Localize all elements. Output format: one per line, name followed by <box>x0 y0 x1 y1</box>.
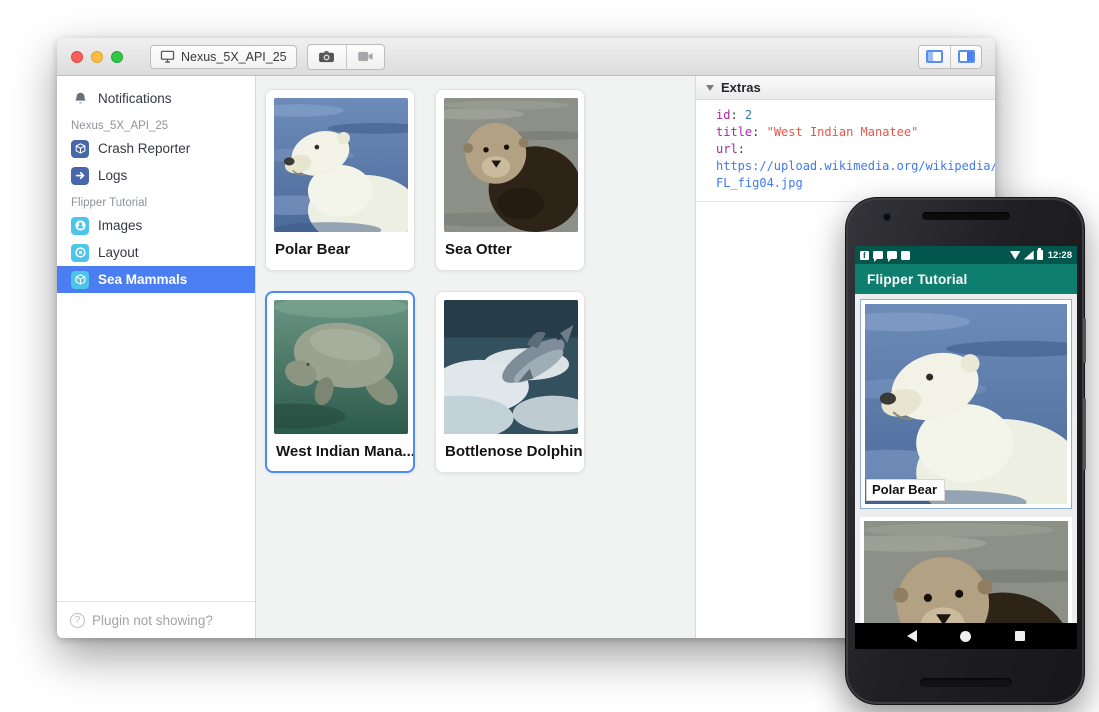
sidebar-item-label: Images <box>98 218 142 233</box>
volume-rocker[interactable] <box>1083 398 1086 470</box>
data-row-url-value-2: FL_fig04.jpg <box>716 175 995 192</box>
sidebar-item-label: Notifications <box>98 91 172 106</box>
card-sea-otter[interactable]: Sea Otter <box>435 89 585 271</box>
power-button[interactable] <box>1083 318 1086 363</box>
extras-data-inspector: id: 2 title: "West Indian Manatee" url: … <box>696 100 995 202</box>
sidebar-item-label: Crash Reporter <box>98 141 190 156</box>
manatee-photo <box>274 300 408 434</box>
data-row-url-key: url: <box>716 141 995 158</box>
sidebar-item-label: Layout <box>98 245 139 260</box>
help-icon: ? <box>70 613 85 628</box>
desktop: Nexus_5X_API_25 <box>0 0 1099 712</box>
card-bottlenose-dolphin[interactable]: Bottlenose Dolphin <box>435 291 585 473</box>
sidebar-item-label: Sea Mammals <box>98 272 187 287</box>
facebook-notification-icon: f <box>860 251 869 260</box>
left-panel-icon <box>926 50 943 63</box>
card-title: Polar Bear <box>266 232 414 258</box>
arrow-right-icon <box>71 167 89 185</box>
monitor-icon <box>160 50 175 63</box>
minimize-button[interactable] <box>91 51 103 63</box>
battery-icon <box>1037 250 1043 260</box>
phone-card-title: Polar Bear <box>866 479 945 501</box>
sidebar-item-logs[interactable]: Logs <box>57 162 255 189</box>
phone-screen: f 12:28 Flipper Tutorial Polar Bear <box>855 246 1077 649</box>
status-bar-clock: 12:28 <box>1048 250 1072 261</box>
device-selector-button[interactable]: Nexus_5X_API_25 <box>150 45 297 69</box>
chat-notification-icon <box>887 251 897 259</box>
plugin-help-label: Plugin not showing? <box>92 613 213 628</box>
polar-bear-photo <box>865 304 1067 504</box>
right-panel-icon <box>958 50 975 63</box>
android-phone: f 12:28 Flipper Tutorial Polar Bear <box>845 197 1085 705</box>
front-camera <box>883 213 891 221</box>
sidebar-item-crash-reporter[interactable]: Crash Reporter <box>57 135 255 162</box>
polar-bear-photo <box>274 98 408 232</box>
titlebar: Nexus_5X_API_25 <box>57 38 995 76</box>
android-status-bar: f 12:28 <box>855 246 1077 264</box>
card-polar-bear[interactable]: Polar Bear <box>265 89 415 271</box>
card-title: Sea Otter <box>436 232 584 258</box>
camera-icon <box>318 50 335 63</box>
earpiece-speaker <box>922 212 1010 220</box>
sidebar-item-sea-mammals[interactable]: Sea Mammals <box>57 266 255 293</box>
cube-icon <box>71 271 89 289</box>
zoom-button[interactable] <box>111 51 123 63</box>
home-icon[interactable] <box>960 631 971 642</box>
app-bar-title: Flipper Tutorial <box>867 272 967 287</box>
device-name: Nexus_5X_API_25 <box>181 50 287 64</box>
extras-section-header[interactable]: Extras <box>696 76 995 100</box>
data-row-url-value: https://upload.wikimedia.org/wikipedia/c… <box>716 158 995 175</box>
person-circle-icon <box>71 217 89 235</box>
recents-icon[interactable] <box>1015 631 1025 641</box>
video-camera-icon <box>357 51 374 62</box>
screenshot-button[interactable] <box>308 45 346 69</box>
wifi-icon <box>1010 251 1021 260</box>
back-icon[interactable] <box>907 630 917 642</box>
sea-otter-photo <box>444 98 578 232</box>
sidebar-item-layout[interactable]: Layout <box>57 239 255 266</box>
sidebar-section-header: Flipper Tutorial <box>57 189 255 212</box>
sidebar-item-notifications[interactable]: Notifications <box>57 85 255 112</box>
sidebar-item-label: Logs <box>98 168 127 183</box>
toggle-right-sidebar-button[interactable] <box>950 46 981 68</box>
label-notification-icon <box>901 251 910 260</box>
disclosure-triangle-icon <box>706 85 714 91</box>
data-row-id: id: 2 <box>716 107 995 124</box>
card-title: Bottlenose Dolphin <box>436 434 584 460</box>
data-row-title: title: "West Indian Manatee" <box>716 124 995 141</box>
cube-icon <box>71 140 89 158</box>
plugin-help-link[interactable]: ? Plugin not showing? <box>57 601 255 638</box>
dolphin-photo <box>444 300 578 434</box>
sidebar-item-images[interactable]: Images <box>57 212 255 239</box>
chat-notification-icon <box>873 251 883 259</box>
plugin-sidebar: Notifications Nexus_5X_API_25 Crash Repo… <box>57 76 256 638</box>
app-scroll-area[interactable]: Polar Bear <box>855 294 1077 649</box>
cell-signal-icon <box>1024 251 1034 260</box>
phone-card-polar-bear[interactable]: Polar Bear <box>860 299 1072 509</box>
extras-title: Extras <box>721 80 761 95</box>
card-title: West Indian Mana... <box>267 434 413 460</box>
sidebar-section-header: Nexus_5X_API_25 <box>57 112 255 135</box>
toggle-left-sidebar-button[interactable] <box>919 46 950 68</box>
sea-mammals-plugin-panel: Polar Bear Sea Otter West Indian Mana...… <box>256 76 695 638</box>
close-button[interactable] <box>71 51 83 63</box>
target-icon <box>71 244 89 262</box>
bell-icon <box>71 90 89 108</box>
android-nav-bar <box>855 623 1077 649</box>
android-app-bar: Flipper Tutorial <box>855 264 1077 294</box>
screen-record-button[interactable] <box>346 45 384 69</box>
bottom-speaker <box>920 678 1012 687</box>
card-west-indian-manatee[interactable]: West Indian Mana... <box>265 291 415 473</box>
